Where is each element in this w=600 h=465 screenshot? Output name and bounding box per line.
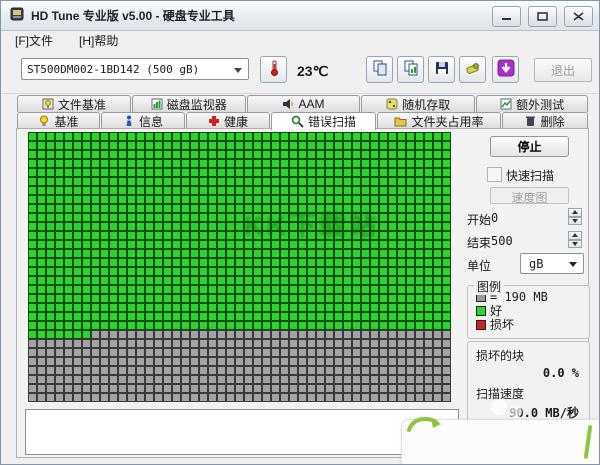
app-window: HD Tune 专业版 v5.00 - 硬盘专业工具 [F]文件 [H]帮助 S… (0, 0, 600, 465)
aam-icon (282, 98, 294, 110)
capture-icon (465, 60, 481, 79)
stop-button[interactable]: 停止 (490, 136, 569, 157)
extra-test-icon (500, 98, 512, 110)
disk-monitor-icon (151, 98, 163, 110)
temperature-value: 23℃ (297, 63, 328, 80)
quick-scan-checkbox[interactable] (487, 167, 502, 182)
arrow-up-icon (572, 233, 578, 237)
tab-health[interactable]: 健康 (186, 112, 270, 129)
tab-row-2: 基准 信息 健康 错误扫描 文件夹占用率 删除 (17, 112, 589, 129)
temperature-button[interactable] (260, 56, 287, 83)
overlay-popup (401, 419, 600, 465)
start-input[interactable]: 0 (491, 211, 498, 225)
end-input[interactable]: 500 (491, 234, 513, 248)
download-icon-button[interactable] (492, 56, 519, 83)
tab-error-scan[interactable]: 错误扫描 (271, 112, 376, 130)
tab-random-access[interactable]: 随机存取 (361, 95, 475, 112)
tab-info[interactable]: 信息 (101, 112, 185, 129)
bad-label: 损坏 (490, 316, 514, 333)
chevron-down-icon (234, 68, 242, 73)
quick-scan-label: 快速扫描 (506, 167, 554, 184)
green-exclamation-icon (584, 425, 593, 459)
random-access-icon (386, 98, 398, 110)
window-title: HD Tune 专业版 v5.00 - 硬盘专业工具 (31, 7, 235, 24)
capture-icon-button[interactable] (459, 56, 486, 83)
health-icon (208, 115, 220, 127)
download-icon (497, 59, 515, 80)
tab-extra-test[interactable]: 额外测试 (476, 95, 588, 112)
maximize-icon[interactable] (528, 6, 557, 27)
menu-file[interactable]: [F]文件 (15, 32, 53, 49)
drive-select[interactable]: ST500DM002-1BD142 (500 gB) (21, 58, 249, 80)
tab-label: 额外测试 (516, 96, 564, 113)
damaged-blocks-value: 0.0 % (468, 366, 579, 380)
thermometer-icon (268, 60, 280, 79)
tab-label: 文件基准 (58, 96, 106, 113)
tab-label: AAM (298, 97, 324, 111)
toolbar: ST500DM002-1BD142 (500 gB) 23℃ 退出 (1, 50, 599, 94)
error-scan-icon (291, 115, 304, 128)
app-icon (9, 6, 25, 25)
file-benchmark-icon (42, 98, 54, 110)
tab-erase[interactable]: 删除 (502, 112, 588, 129)
tab-label: 磁盘监视器 (167, 96, 227, 113)
unit-label: 单位 (467, 257, 491, 274)
start-spinner (568, 208, 582, 225)
scan-grid (28, 132, 451, 402)
legend-group: 图例 = 190 MB 好 损坏 (467, 285, 590, 339)
end-label: 结束 (467, 234, 491, 251)
tab-label: 基准 (54, 113, 78, 130)
copy-chart-icon (403, 60, 419, 79)
close-icon[interactable] (564, 6, 593, 27)
tab-disk-monitor[interactable]: 磁盘监视器 (132, 95, 246, 112)
speed-map-button[interactable]: 速度图 (490, 187, 569, 204)
copy-icon-button[interactable] (366, 56, 393, 83)
arrow-up-icon (572, 210, 578, 214)
copy-icon (372, 60, 388, 79)
unit-select[interactable]: gB (520, 253, 584, 274)
benchmark-icon (38, 115, 50, 127)
tab-aam[interactable]: AAM (247, 95, 361, 112)
tab-benchmark[interactable]: 基准 (17, 112, 100, 129)
save-icon-button[interactable] (428, 56, 455, 83)
tab-label: 文件夹占用率 (411, 113, 483, 130)
arrow-down-icon (572, 242, 578, 246)
damaged-blocks-label: 损坏的块 (476, 347, 589, 364)
minimize-icon[interactable] (492, 6, 521, 27)
chevron-down-icon (569, 262, 577, 267)
end-spinner (568, 231, 582, 248)
result-textbox (25, 409, 459, 455)
delete-icon (525, 115, 536, 127)
tab-label: 随机存取 (402, 96, 450, 113)
scan-speed-label: 扫描速度 (476, 385, 589, 402)
save-icon (434, 60, 450, 79)
info-icon (123, 115, 135, 127)
menu-help[interactable]: [H]帮助 (79, 32, 118, 49)
end-spinner-down[interactable] (568, 240, 582, 249)
tab-file-benchmark[interactable]: 文件基准 (17, 95, 131, 112)
start-label: 开始 (467, 211, 491, 228)
unit-select-value: gB (529, 257, 543, 271)
tab-row-1: 文件基准 磁盘监视器 AAM 随机存取 额外测试 (17, 95, 589, 112)
folder-usage-icon (394, 115, 407, 127)
menu-bar: [F]文件 [H]帮助 (1, 31, 599, 50)
curved-arrow-icon (405, 414, 445, 439)
exit-button[interactable]: 退出 (534, 58, 592, 82)
arrow-down-icon (572, 219, 578, 223)
tab-folder-usage[interactable]: 文件夹占用率 (377, 112, 501, 129)
bad-swatch (476, 320, 486, 330)
tab-label: 健康 (224, 113, 248, 130)
good-swatch (476, 306, 486, 316)
start-spinner-down[interactable] (568, 217, 582, 226)
drive-select-value: ST500DM002-1BD142 (500 gB) (27, 63, 199, 76)
legend-title: 图例 (474, 278, 504, 295)
tab-label: 信息 (139, 113, 163, 130)
titlebar: HD Tune 专业版 v5.00 - 硬盘专业工具 (1, 1, 599, 31)
copy-chart-icon-button[interactable] (397, 56, 424, 83)
tab-label: 错误扫描 (308, 113, 356, 130)
start-spinner-up[interactable] (568, 208, 582, 217)
tab-label: 删除 (540, 113, 564, 130)
end-spinner-up[interactable] (568, 231, 582, 240)
